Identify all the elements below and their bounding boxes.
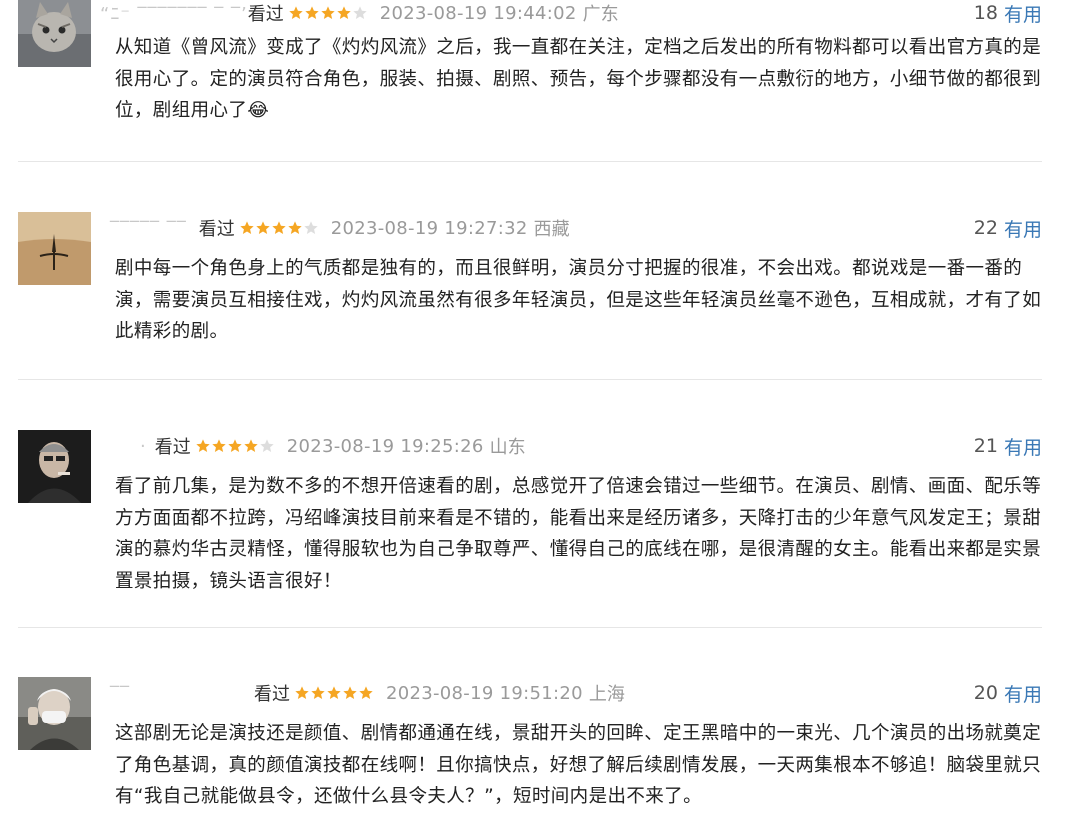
star-filled-icon [288,221,302,234]
star-filled-icon [212,439,226,452]
star-empty-icon [304,221,318,234]
review-location: 广东 [582,4,619,25]
useful-vote: 18 有用 [974,0,1042,26]
watch-status: 看过 [154,437,191,458]
review-time: 2023-08-19 19:44:02 [379,2,577,24]
username[interactable]: ‾‾ [110,683,130,704]
masked-person-avatar-icon[interactable] [18,677,91,750]
star-filled-icon [228,439,242,452]
useful-button[interactable]: 有用 [1004,215,1042,242]
review-header: “ﾆ⁻ ‾‾‾‾‾‾‾ ‾ ‾’ 看过 2023-08-19 19:44:02 … [100,0,619,26]
username[interactable]: ‾‾‾‾‾ ‾‾ [110,218,187,239]
review-location: 山东 [489,437,526,458]
review-header: ‾‾ 看过 2023-08-19 19:51:20 上海 [100,680,625,706]
review-location: 上海 [588,684,625,705]
watch-status: 看过 [247,4,284,25]
review-location: 西藏 [533,219,570,240]
useful-button[interactable]: 有用 [1004,680,1042,707]
username[interactable]: · [140,436,147,457]
divider [18,627,1042,628]
star-filled-icon [337,6,351,19]
rating-stars [239,220,319,236]
star-filled-icon [311,686,325,699]
star-filled-icon [343,686,357,699]
star-filled-icon [359,686,373,699]
review-header: ‾‾‾‾‾ ‾‾ 看过 2023-08-19 19:27:32 西藏 [100,215,570,241]
username[interactable]: “ﾆ⁻ ‾‾‾‾‾‾‾ ‾ ‾’ [100,0,248,26]
review-time: 2023-08-19 19:25:26 [286,435,484,457]
star-filled-icon [240,221,254,234]
rating-stars [288,5,368,21]
review-content: 这部剧无论是演技还是颜值、剧情都通通在线，景甜开头的回眸、定王黑暗中的一束光、几… [115,723,1042,807]
star-filled-icon [272,221,286,234]
divider [18,379,1042,380]
useful-count: 20 [973,682,998,704]
star-filled-icon [244,439,258,452]
useful-vote: 22 有用 [974,215,1042,241]
portrait-avatar-icon[interactable] [18,430,91,503]
watch-status: 看过 [198,219,235,240]
useful-vote: 21 有用 [974,433,1042,459]
review-content: 看了前几集，是为数不多的不想开倍速看的剧，总感觉开了倍速会错过一些细节。在演员、… [115,476,1042,592]
watch-status: 看过 [254,684,290,705]
review-header: · 看过 2023-08-19 19:25:26 山东 [100,433,526,459]
useful-count: 22 [973,217,998,239]
cat-avatar-icon[interactable] [18,0,91,67]
star-empty-icon [260,439,274,452]
rating-stars [294,685,374,701]
rating-stars [195,438,275,454]
review-content: 剧中每一个角色身上的气质都是独有的，而且很鲜明，演员分寸把握的很准，不会出戏。都… [115,258,1042,342]
useful-button[interactable]: 有用 [1004,0,1042,27]
star-filled-icon [196,439,210,452]
star-filled-icon [327,686,341,699]
desert-avatar-icon[interactable] [18,212,91,285]
useful-vote: 20 有用 [974,680,1042,706]
star-filled-icon [289,6,303,19]
useful-button[interactable]: 有用 [1004,433,1042,460]
star-empty-icon [353,6,367,19]
useful-count: 21 [973,435,998,457]
review-content: 从知道《曾风流》变成了《灼灼风流》之后，我一直都在关注，定档之后发出的所有物料都… [115,37,1042,121]
star-filled-icon [305,6,319,19]
star-filled-icon [256,221,270,234]
review-time: 2023-08-19 19:51:20 [386,682,583,704]
review-time: 2023-08-19 19:27:32 [330,217,528,239]
divider [18,161,1042,162]
useful-count: 18 [973,2,998,24]
star-filled-icon [321,6,335,19]
star-filled-icon [295,686,309,699]
